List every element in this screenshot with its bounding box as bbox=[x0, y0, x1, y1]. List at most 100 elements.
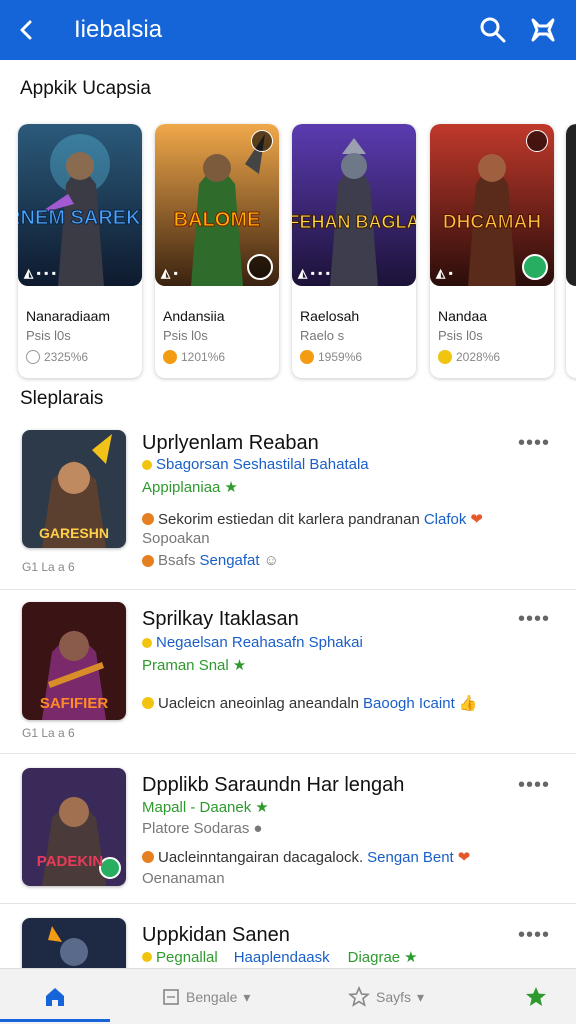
item-title: Sprilkay Itaklasan bbox=[142, 608, 299, 630]
item-subtitle: Pegnallal bbox=[156, 948, 218, 966]
item-category: Praman Snal bbox=[142, 656, 229, 674]
search-icon bbox=[480, 17, 506, 43]
item-title: Uprlyenlam Reaban bbox=[142, 432, 319, 454]
refresh-icon[interactable] bbox=[522, 254, 548, 280]
item-category: Appiplaniaa bbox=[142, 478, 221, 496]
info-icon bbox=[142, 851, 154, 863]
thumbs-up-icon[interactable]: 👍 bbox=[459, 694, 478, 712]
list-item[interactable]: PADEKIN Dpplikb Saraundn Har lengah ••••… bbox=[0, 754, 576, 904]
item-link[interactable]: Clafok bbox=[424, 511, 467, 528]
coin-icon bbox=[300, 350, 314, 364]
section-title-featured: Appkik Ucapsia bbox=[20, 78, 151, 99]
nav-active-indicator bbox=[0, 1019, 110, 1022]
heart-icon[interactable]: ❤ bbox=[470, 510, 483, 528]
smile-icon: ☺ bbox=[263, 552, 279, 569]
featured-card[interactable]: DHCAMAH ◭ ▪ Nandaa Psis l0s 2028%6 bbox=[430, 124, 554, 378]
home-icon bbox=[46, 988, 64, 1006]
card-stat: 2325%6 bbox=[26, 350, 88, 364]
filter-button[interactable] bbox=[518, 0, 568, 60]
section-title-list: Sleplarais bbox=[20, 388, 104, 409]
item-subtitle: Mapall - Daanek bbox=[142, 798, 252, 816]
more-options-icon[interactable]: •••• bbox=[518, 432, 550, 455]
nav-item-sayfs[interactable]: Sayfs ▾ bbox=[348, 969, 424, 1024]
info-icon bbox=[142, 554, 154, 567]
star-icon: ★ bbox=[255, 799, 269, 816]
art-title: DHCAMAH bbox=[443, 212, 541, 233]
game-art bbox=[566, 124, 576, 286]
play-icon: ◭ ▪ ▪ ▪ bbox=[298, 266, 330, 280]
coin-icon bbox=[163, 350, 177, 364]
list-item[interactable]: Uppkidan Sanen •••• Pegnallal Haaplendaas… bbox=[0, 904, 576, 978]
card-stat: 1201%6 bbox=[163, 350, 225, 364]
item-meta: Bsafs bbox=[158, 552, 196, 569]
art-title: SAFIFIER bbox=[40, 695, 109, 712]
game-art: BALOME ◭ ▪ bbox=[155, 124, 279, 286]
bottom-nav: Bengale ▾ Sayfs ▾ bbox=[0, 968, 576, 1024]
list-item[interactable]: SAFIFIER Sprilkay Itaklasan •••• Negaels… bbox=[0, 590, 576, 754]
chevron-down-icon: ▾ bbox=[243, 988, 251, 1005]
star-filled-icon bbox=[526, 987, 546, 1006]
close-icon[interactable] bbox=[526, 130, 548, 152]
item-subtitle: Sbagorsan Seshastilal Bahatala bbox=[156, 456, 369, 473]
item-note: Oenanaman bbox=[142, 870, 225, 887]
card-name: Nandaa bbox=[438, 308, 488, 324]
chevron-down-icon: ▾ bbox=[417, 988, 425, 1005]
nav-item-favorites[interactable] bbox=[524, 969, 548, 1024]
art-title: BALOME bbox=[174, 209, 261, 231]
item-link[interactable]: Sengan bbox=[367, 849, 419, 866]
item-title: Uppkidan Sanen bbox=[142, 924, 290, 946]
more-options-icon[interactable]: •••• bbox=[518, 774, 550, 797]
nav-label: Bengale bbox=[186, 989, 238, 1005]
back-button[interactable] bbox=[0, 0, 54, 60]
item-description: Uacleinntangairan dacagalock. bbox=[158, 848, 364, 866]
item-link-2[interactable]: Bent bbox=[423, 849, 454, 866]
game-art: DHCAMAH ◭ ▪ bbox=[430, 124, 554, 286]
info-icon bbox=[142, 513, 154, 525]
item-subtitle: Negaelsan Reahasafn Sphakai bbox=[156, 634, 363, 651]
search-button[interactable] bbox=[468, 0, 518, 60]
card-name: Andansiia bbox=[163, 308, 225, 324]
item-tag: G1 La a 6 bbox=[22, 726, 75, 740]
star-frame-icon bbox=[531, 18, 555, 42]
featured-card[interactable]: NARNEM SAREKUEN ◭ ▪ ▪ ▪ Nanaradiaam Psis… bbox=[18, 124, 142, 378]
item-link[interactable]: Sengafat bbox=[200, 552, 260, 569]
art-title: NARNEM SAREKUEN bbox=[18, 207, 142, 229]
page-title: Iiebalsia bbox=[74, 16, 163, 43]
item-link[interactable]: Baoogh Icaint bbox=[363, 695, 455, 712]
card-meta: Raelo s bbox=[300, 328, 345, 343]
game-thumbnail: GARESHN bbox=[22, 430, 126, 548]
more-options-icon[interactable]: •••• bbox=[518, 608, 550, 631]
item-category: Diagrae bbox=[347, 948, 401, 966]
chevron-left-icon bbox=[20, 20, 32, 40]
featured-card[interactable]: BALOME ◭ ▪ Andansiia Psis l0s 1201%6 bbox=[155, 124, 279, 378]
refresh-icon[interactable] bbox=[247, 254, 273, 280]
close-icon[interactable] bbox=[251, 130, 273, 152]
game-art: FEHAN BAGLA ◭ ▪ ▪ ▪ bbox=[292, 124, 416, 286]
nav-item-bengale[interactable]: Bengale ▾ bbox=[162, 969, 250, 1024]
item-link[interactable]: Haaplendaask bbox=[234, 949, 330, 966]
star-outline-icon bbox=[348, 986, 370, 1007]
star-icon: ★ bbox=[404, 949, 418, 966]
more-options-icon[interactable]: •••• bbox=[518, 924, 550, 947]
featured-carousel[interactable]: NARNEM SAREKUEN ◭ ▪ ▪ ▪ Nanaradiaam Psis… bbox=[0, 120, 576, 382]
card-meta: Psis l0s bbox=[163, 328, 208, 343]
item-title: Dpplikb Saraundn Har lengah bbox=[142, 774, 405, 796]
item-category: Platore bbox=[142, 820, 190, 837]
art-title: PADEKIN bbox=[37, 853, 103, 870]
chat-icon: ● bbox=[253, 820, 263, 837]
card-stat: 1959%6 bbox=[300, 350, 362, 364]
chat-icon bbox=[26, 350, 40, 364]
nav-label: Sayfs bbox=[376, 989, 412, 1005]
game-thumbnail: PADEKIN bbox=[22, 768, 126, 886]
featured-card[interactable]: FEHAN BAGLA ◭ ▪ ▪ ▪ Raelosah Raelo s 195… bbox=[292, 124, 416, 378]
item-description: Uacleicn aneoinlag aneandaln bbox=[158, 694, 359, 712]
featured-card[interactable] bbox=[566, 124, 576, 378]
item-category-detail: Sodaras bbox=[193, 820, 250, 837]
nav-home[interactable] bbox=[0, 969, 110, 1024]
card-stat: 2028%6 bbox=[438, 350, 500, 364]
card-meta: Psis l0s bbox=[26, 328, 71, 343]
heart-icon[interactable]: ❤ bbox=[458, 848, 471, 866]
list-item[interactable]: GARESHN Uprlyenlam Reaban •••• Sbagorsan… bbox=[0, 420, 576, 590]
coin-icon bbox=[438, 350, 452, 364]
calendar-icon bbox=[163, 989, 179, 1005]
